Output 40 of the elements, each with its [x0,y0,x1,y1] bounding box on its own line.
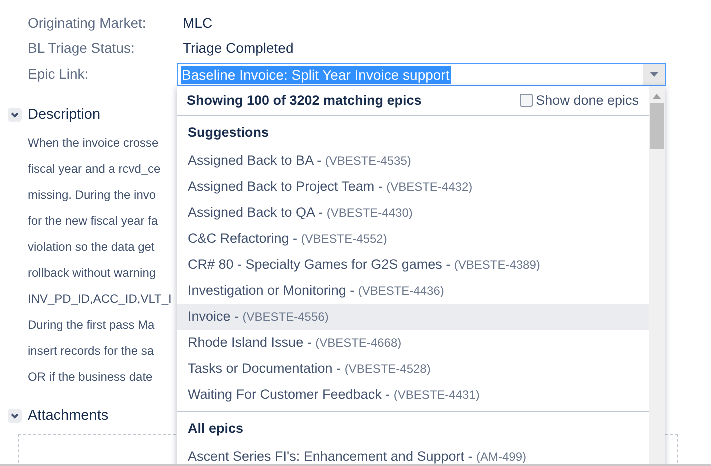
toggle-button[interactable] [8,408,22,422]
epic-option[interactable]: Assigned Back to BA - (VBESTE-4535) [177,148,649,174]
epic-option[interactable]: Investigation or Monitoring - (VBESTE-4436) [177,278,649,304]
results-count: Showing 100 of 3202 matching epics [187,93,422,108]
description-text: rollback without warning [28,264,156,282]
field-label: Originating Market: [27,14,148,31]
description-text: During the first pass Ma [28,316,155,334]
section-title: Description [28,106,101,122]
epic-option[interactable]: Assigned Back to QA - (VBESTE-4430) [177,200,649,226]
caret-icon [650,72,658,78]
description-text: INV_PD_ID,ACC_ID,VLT_I [28,290,172,308]
scroll-up-icon[interactable] [653,94,661,99]
field-value: MLC [182,14,213,31]
description-text: OR if the business date [28,368,153,386]
epic-option[interactable]: Rhode Island Issue - (VBESTE-4668) [177,330,649,356]
epic-option[interactable]: Tasks or Documentation - (VBESTE-4528) [177,356,649,382]
dropdown-button[interactable] [643,64,665,86]
epic-option[interactable]: Invoice - (VBESTE-4556) [177,304,649,330]
epic-option[interactable]: Assigned Back to Project Team - (VBESTE-4432) [177,174,649,200]
toggle-button[interactable] [8,108,22,122]
field-value: Triage Completed [182,40,294,56]
group-heading: All epics [187,420,245,438]
field-label: BL Triage Status: [27,40,136,56]
checkbox[interactable] [520,94,534,107]
description-text: insert records for the sa [28,342,154,360]
description-text: fiscal year and a rcvd_ce [28,160,161,178]
epic-option[interactable]: CR# 80 - Specialty Games for G2S games - (VBESTE-4389) [177,252,649,278]
scrollbar-thumb[interactable] [650,103,664,149]
field-label: Epic Link: [27,66,90,82]
description-text: for the new fiscal year fa [28,212,158,230]
description-text: When the invoice crosse [28,134,159,152]
show-done-checkbox[interactable]: Show done epics [520,93,639,108]
epic-option[interactable]: Ascent Series FI's: Enhancement and Support - (AM-499) [177,444,649,466]
epic-option[interactable]: Waiting For Customer Feedback - (VBESTE-4431) [177,382,649,408]
description-text: violation so the data get [28,238,155,256]
scrollbar[interactable] [649,86,665,466]
epic-option[interactable]: C&C Refactoring - (VBESTE-4552) [177,226,649,252]
group-heading: Suggestions [187,124,270,142]
description-text: missing. During the invo [28,186,156,204]
section-title: Attachments [28,408,109,424]
